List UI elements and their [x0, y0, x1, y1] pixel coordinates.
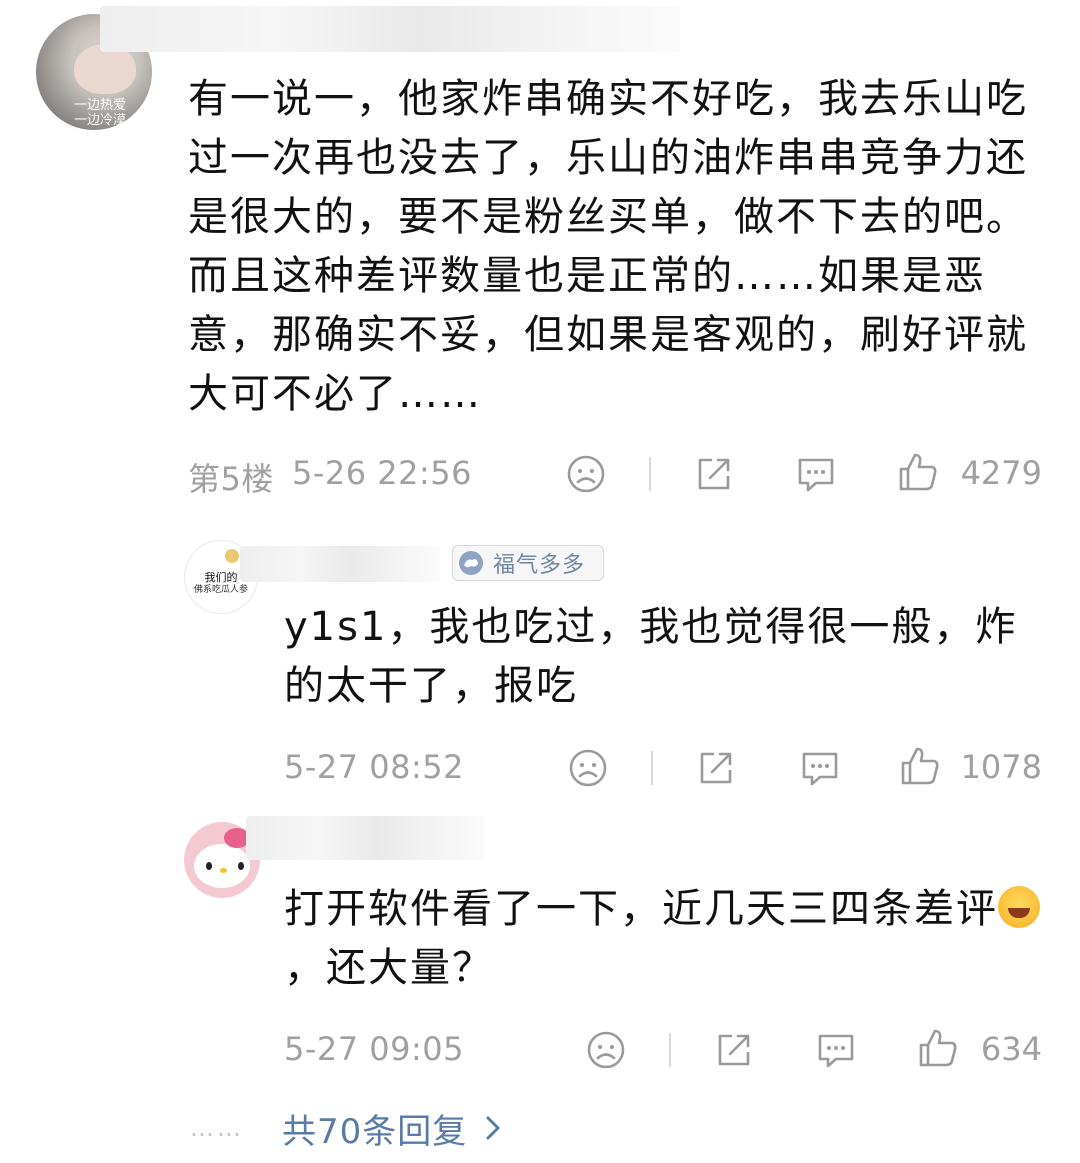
timestamp: 5-27 09:05 [284, 1030, 465, 1068]
like-count: 634 [980, 1030, 1042, 1068]
chevron-right-icon [486, 1116, 500, 1140]
comment-text: y1s1，我也吃过，我也觉得很一般，炸的太干了，报吃 [284, 604, 1018, 709]
comment-icon[interactable] [814, 1028, 858, 1072]
comment-icon[interactable] [798, 746, 842, 790]
comment-text: 打开软件看了一下，近几天三四条差评 ，还大量？ [284, 880, 1054, 998]
username-blurred[interactable] [246, 816, 486, 860]
thumbs-up-icon[interactable] [916, 1026, 960, 1070]
sad-face-icon[interactable] [584, 1028, 628, 1072]
divider [651, 751, 653, 785]
avatar-caption: 一边热爱 一边冷漠 [73, 98, 126, 128]
more-replies-link[interactable]: …… 共70条回复 [190, 1104, 503, 1152]
comment-text: 有一说一，他家炸串确实不好吃，我去乐山吃过一次再也没去了，乐山的油炸串串竞争力还… [188, 76, 1028, 417]
timestamp: 5-27 08:52 [284, 748, 465, 786]
more-dots: …… [190, 1114, 244, 1142]
divider [649, 457, 651, 491]
share-icon[interactable] [712, 1028, 756, 1072]
divider [669, 1033, 671, 1067]
comment-text-part1: 打开软件看了一下，近几天三四条差评 [284, 886, 998, 932]
floor-label: 第5楼 [188, 460, 274, 498]
thumbs-up-icon[interactable] [896, 450, 940, 494]
lucky-cloud-icon [457, 549, 485, 577]
badge-label: 福气多多 [493, 553, 586, 578]
share-icon[interactable] [692, 452, 736, 496]
eye-right [238, 862, 244, 870]
laugh-cry-emoji-icon [998, 886, 1040, 928]
username-blurred[interactable] [240, 546, 440, 582]
eye-left [206, 862, 212, 870]
username-blurred[interactable] [100, 6, 680, 52]
avatar-decoration [225, 549, 239, 563]
share-icon[interactable] [694, 746, 738, 790]
nose [220, 868, 227, 873]
thumbs-up-icon[interactable] [898, 744, 942, 788]
comment-text-part2: ，还大量？ [284, 945, 494, 991]
avatar-caption-line2: 佛系吃瓜人参 [193, 585, 248, 595]
like-count: 4279 [960, 454, 1042, 492]
sad-face-icon[interactable] [566, 746, 610, 790]
comment-icon[interactable] [794, 452, 838, 496]
like-count: 1078 [960, 748, 1042, 786]
more-replies-label[interactable]: 共70条回复 [282, 1104, 467, 1153]
user-badge[interactable]: 福气多多 [452, 545, 604, 581]
timestamp: 5-26 22:56 [292, 454, 473, 492]
sad-face-icon[interactable] [564, 452, 608, 496]
